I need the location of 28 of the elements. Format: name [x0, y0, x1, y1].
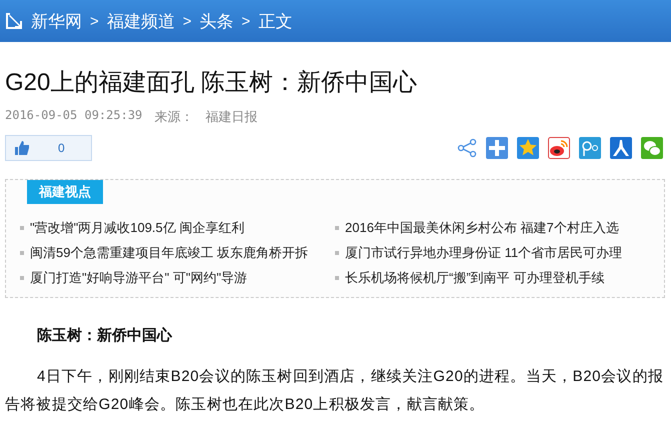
breadcrumb-separator: > — [182, 12, 192, 30]
camera-icon[interactable] — [579, 137, 601, 159]
breadcrumb-link[interactable]: 正文 — [258, 10, 292, 32]
plus-icon[interactable] — [486, 137, 508, 159]
article-heading: 陈玉树：新侨中国心 — [37, 326, 174, 345]
breadcrumb-link[interactable]: 头条 — [200, 10, 234, 32]
news-link[interactable]: 厦门打造"好响导游平台" 可"网约"导游 — [20, 268, 335, 287]
logo-icon — [5, 12, 23, 30]
breadcrumb-link[interactable]: 福建频道 — [106, 10, 175, 32]
news-link[interactable]: "营改增"两月减收109.5亿 闽企享红利 — [20, 218, 335, 237]
breadcrumb-separator: > — [242, 12, 250, 30]
like-button[interactable]: 0 — [5, 135, 92, 161]
section-tag: 福建视点 — [27, 180, 103, 204]
news-link[interactable]: 长乐机场将候机厅“搬”到南平 可办理登机手续 — [335, 268, 664, 287]
source-label: 来源： — [154, 108, 194, 126]
person-icon[interactable] — [610, 137, 632, 159]
news-link[interactable]: 厦门市试行异地办理身份证 11个省市居民可办理 — [335, 243, 664, 262]
news-link[interactable]: 2016年中国最美休闲乡村公布 福建7个村庄入选 — [335, 218, 664, 237]
publish-time: 2016-09-05 09:25:39 — [5, 108, 142, 124]
article-paragraph: 4日下午，刚刚结束B20会议的陈玉树回到酒店，继续关注G20的进程。当天，B20会议的报告将被提交给G20峰会。陈玉树也在此次B20上积极发言，献言献策。 — [5, 367, 664, 415]
share-icon[interactable] — [457, 138, 477, 158]
source-name: 福建日报 — [205, 108, 258, 126]
article-title: G20上的福建面孔 陈玉树：新侨中国心 — [5, 68, 418, 98]
breadcrumb-separator: > — [90, 12, 99, 30]
breadcrumb-link[interactable]: 新华网 — [31, 10, 82, 32]
thumbs-up-icon — [14, 140, 30, 156]
news-link[interactable]: 闽清59个急需重建项目年底竣工 坂东鹿角桥开拆 — [20, 243, 335, 262]
chat-bubbles-icon[interactable] — [641, 137, 663, 159]
